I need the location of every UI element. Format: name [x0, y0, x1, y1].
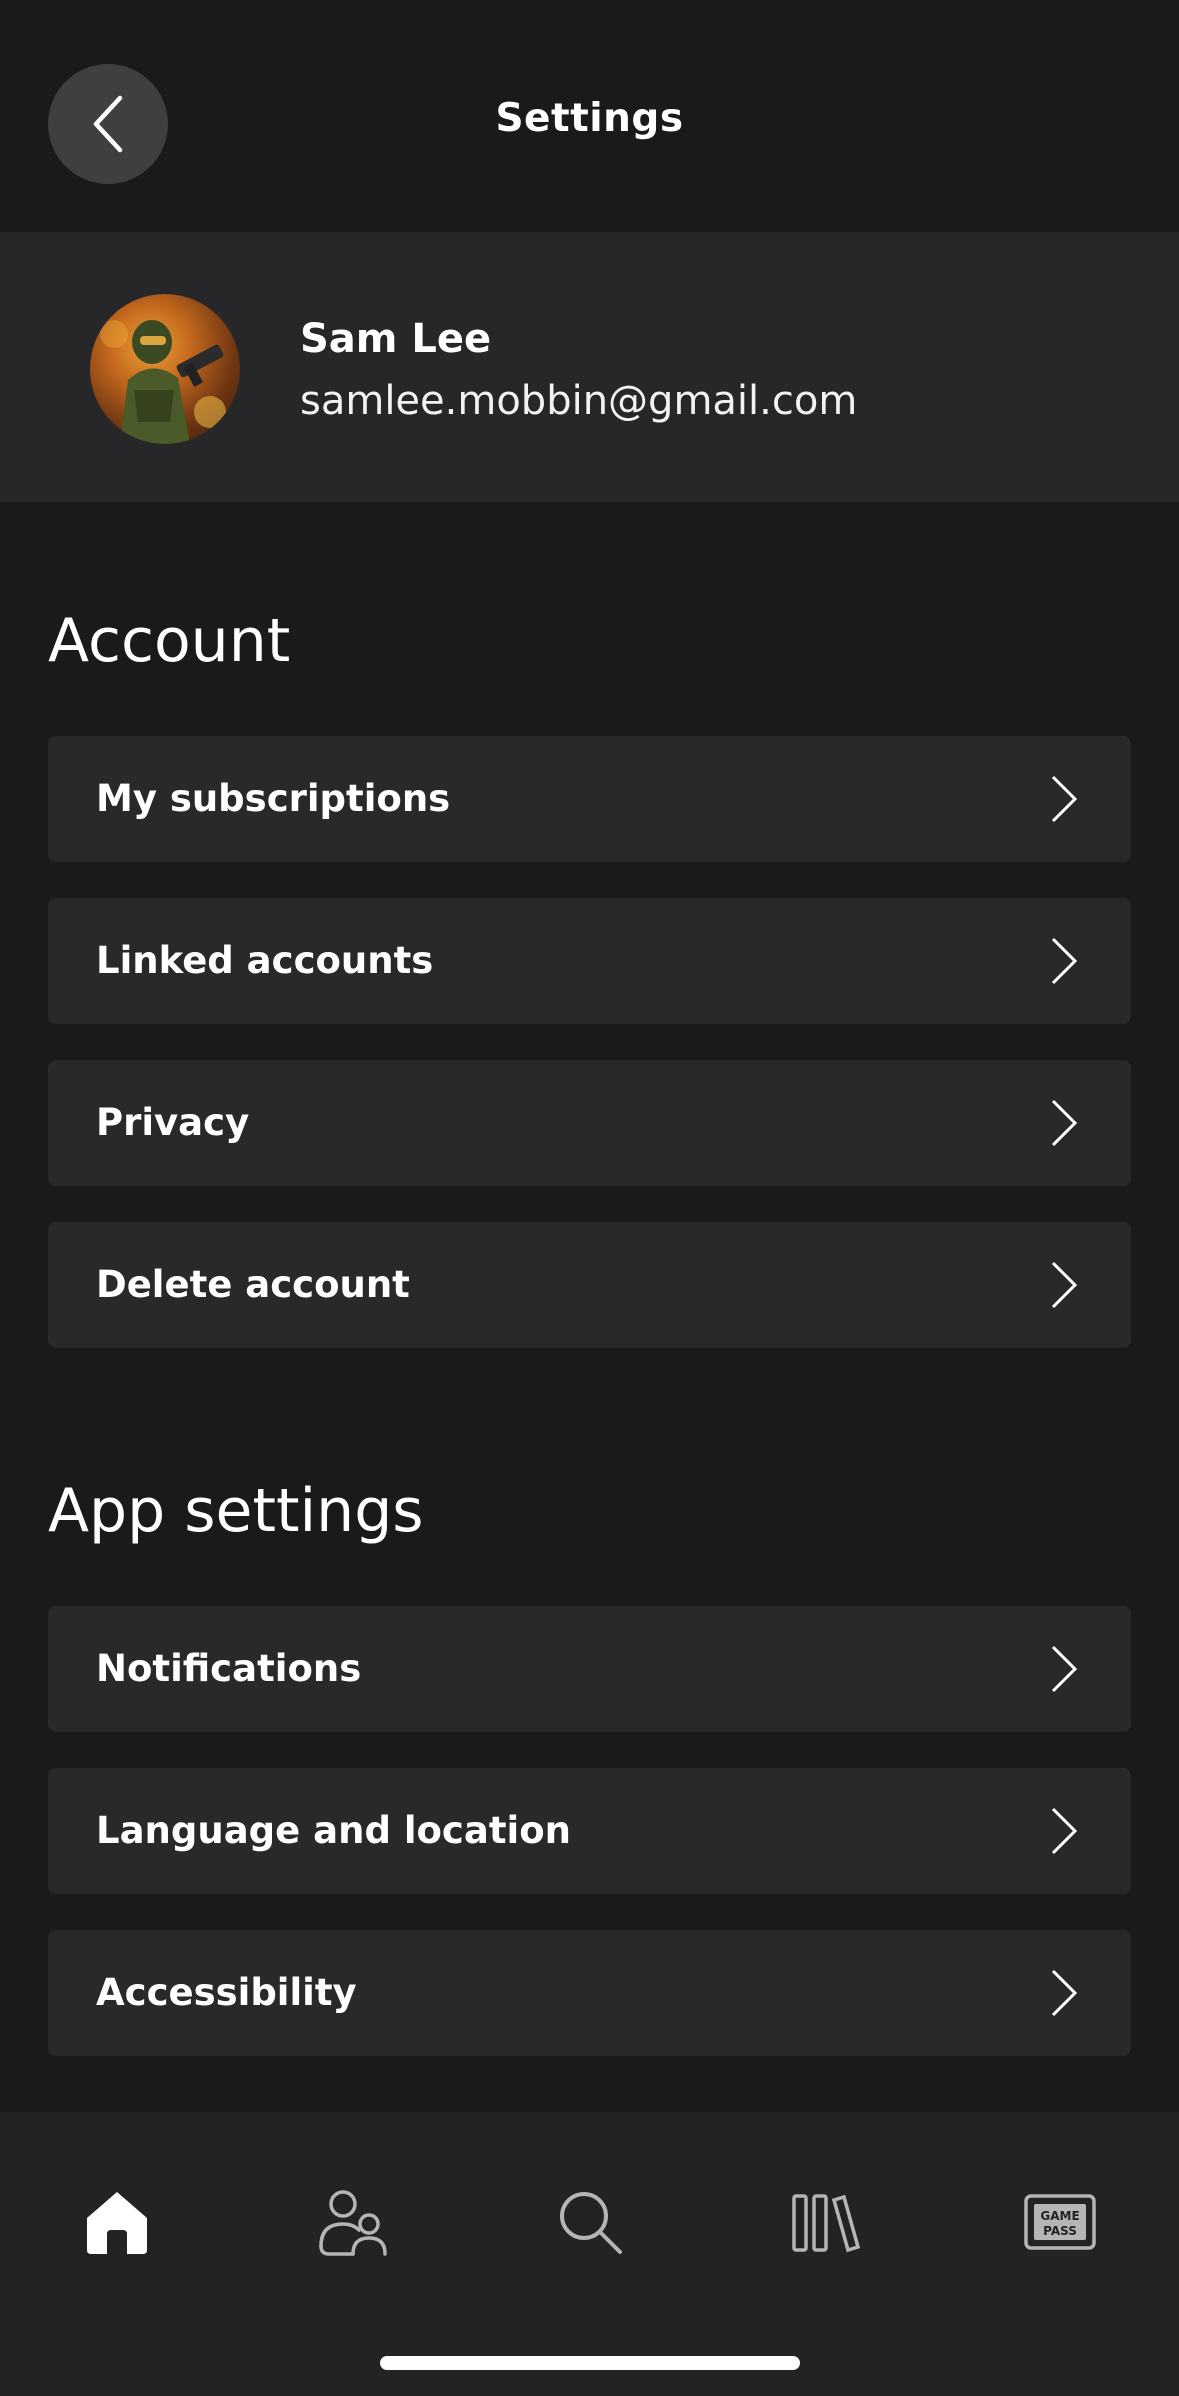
- svg-text:GAME: GAME: [1040, 2209, 1079, 2223]
- svg-text:PASS: PASS: [1043, 2224, 1077, 2238]
- chevron-right-icon: [1051, 1099, 1078, 1147]
- row-label: Delete account: [96, 1263, 410, 1306]
- avatar: [90, 294, 240, 444]
- home-indicator: [380, 2356, 800, 2370]
- library-icon: [792, 2194, 861, 2253]
- row-label: Notifications: [96, 1647, 362, 1690]
- row-my-subscriptions[interactable]: My subscriptions: [48, 736, 1131, 862]
- row-privacy[interactable]: Privacy: [48, 1060, 1131, 1186]
- chevron-right-icon: [1051, 1969, 1078, 2017]
- friends-icon: [319, 2190, 387, 2256]
- page-title: Settings: [495, 96, 684, 141]
- search-icon: [560, 2192, 622, 2254]
- section-title-account: Account: [48, 606, 291, 676]
- row-linked-accounts[interactable]: Linked accounts: [48, 898, 1131, 1024]
- profile-name: Sam Lee: [300, 316, 492, 362]
- section-title-app-settings: App settings: [48, 1476, 424, 1546]
- game-pass-icon: GAME PASS: [1024, 2194, 1096, 2250]
- nav-home[interactable]: [57, 2172, 177, 2272]
- nav-game-pass[interactable]: GAME PASS: [1000, 2172, 1120, 2272]
- home-icon: [87, 2192, 147, 2254]
- row-label: Linked accounts: [96, 939, 434, 982]
- row-label: Privacy: [96, 1101, 250, 1144]
- chevron-right-icon: [1051, 1261, 1078, 1309]
- row-language-and-location[interactable]: Language and location: [48, 1768, 1131, 1894]
- row-notifications[interactable]: Notifications: [48, 1606, 1131, 1732]
- row-label: My subscriptions: [96, 777, 451, 820]
- chevron-right-icon: [1051, 1645, 1078, 1693]
- profile-email: samlee.mobbin@gmail.com: [300, 378, 858, 424]
- nav-library[interactable]: [766, 2172, 886, 2272]
- row-accessibility[interactable]: Accessibility: [48, 1930, 1131, 2056]
- row-label: Accessibility: [96, 1971, 357, 2014]
- row-label: Language and location: [96, 1809, 571, 1852]
- chevron-right-icon: [1051, 1807, 1078, 1855]
- settings-screen: Settings Sam Lee samlee.mobbin@gmail.com…: [0, 0, 1179, 2396]
- nav-friends[interactable]: [293, 2172, 413, 2272]
- profile-card[interactable]: Sam Lee samlee.mobbin@gmail.com: [0, 232, 1179, 502]
- bottom-nav: GAME PASS: [0, 2112, 1179, 2396]
- chevron-right-icon: [1051, 775, 1078, 823]
- row-delete-account[interactable]: Delete account: [48, 1222, 1131, 1348]
- avatar-image: [100, 320, 226, 444]
- top-bar: Settings: [0, 0, 1179, 232]
- chevron-right-icon: [1051, 937, 1078, 985]
- nav-search[interactable]: [530, 2172, 650, 2272]
